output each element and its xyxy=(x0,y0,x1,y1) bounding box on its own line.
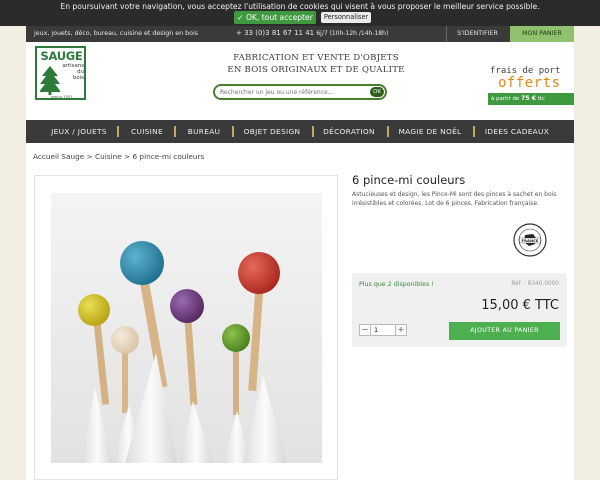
breadcrumb-current: 6 pince-mi couleurs xyxy=(132,152,205,161)
product-reference: Réf. : 8340.0000 xyxy=(511,281,559,287)
product-page: Accueil Sauge > Cuisine > 6 pince-mi cou… xyxy=(26,143,574,480)
product-description: Astucieuses et design, les Pince-Mi sont… xyxy=(352,191,557,207)
cookie-message: En poursuivant votre navigation, vous ac… xyxy=(60,2,540,11)
main-nav: JEUX / JOUETS CUISINE BUREAU OBJET DESIG… xyxy=(26,120,574,143)
logo-subtitle: artisans du bois xyxy=(62,63,84,82)
nav-item-decoration[interactable]: DÉCORATION xyxy=(319,120,379,143)
breadcrumb: Accueil Sauge > Cuisine > 6 pince-mi cou… xyxy=(33,152,205,161)
header-slogan: FABRICATION ET VENTE D'OBJETS EN BOIS OR… xyxy=(227,53,405,75)
badge-text: FRANCE xyxy=(521,238,538,243)
signin-link[interactable]: S'IDENTIFIER xyxy=(446,26,508,42)
nav-item-bureau[interactable]: BUREAU xyxy=(182,120,226,143)
purchase-box: Plus que 2 disponibles ! Réf. : 8340.000… xyxy=(352,273,567,347)
quantity-stepper: − + xyxy=(359,324,407,336)
nav-item-jeux-jouets[interactable]: JEUX / JOUETS xyxy=(46,120,112,143)
nav-separator xyxy=(473,126,475,137)
product-title: 6 pince-mi couleurs xyxy=(352,173,466,187)
nav-separator xyxy=(117,126,119,137)
nav-separator xyxy=(312,126,314,137)
product-gallery xyxy=(34,175,338,480)
quantity-input[interactable] xyxy=(371,324,395,336)
quantity-increase-button[interactable]: + xyxy=(395,324,407,336)
fir-tree-icon xyxy=(40,66,60,95)
search-input[interactable] xyxy=(220,87,368,98)
nav-item-magie-de-noel[interactable]: MAGIE DE NOËL xyxy=(395,120,465,143)
nav-item-cuisine[interactable]: CUISINE xyxy=(124,120,170,143)
top-bar: jeux, jouets, déco, bureau, cuisine et d… xyxy=(26,26,574,42)
breadcrumb-category[interactable]: Cuisine xyxy=(95,152,122,161)
logo-brand: SAUGE xyxy=(40,49,83,63)
opening-hours: 6j/7 (10h-12h /14h-18h) xyxy=(316,30,389,37)
cookie-accept-button[interactable]: ✓ OK, tout accepter xyxy=(234,11,316,24)
breadcrumb-home[interactable]: Accueil Sauge xyxy=(33,152,84,161)
nav-item-objet-design[interactable]: OBJET DESIGN xyxy=(239,120,305,143)
product-photo[interactable] xyxy=(51,193,322,463)
nav-separator xyxy=(387,126,389,137)
site-tagline: jeux, jouets, déco, bureau, cuisine et d… xyxy=(34,30,198,37)
nav-separator xyxy=(232,126,234,137)
nav-item-idees-cadeaux[interactable]: IDEES CADEAUX xyxy=(481,120,553,143)
cart-button[interactable]: MON PANIER xyxy=(510,26,574,42)
search-button[interactable]: OK xyxy=(370,87,384,97)
cookie-customize-button[interactable]: Personnaliser xyxy=(321,12,371,23)
site-logo[interactable]: SAUGE artisans du bois depuis 1953 xyxy=(35,46,86,100)
add-to-cart-button[interactable]: AJOUTER AU PANIER xyxy=(449,322,560,340)
site-header: SAUGE artisans du bois depuis 1953 FABRI… xyxy=(26,42,574,120)
phone-info: + 33 (0)3 81 67 11 41 6j/7 (10h-12h /14h… xyxy=(236,29,388,37)
product-price: 15,00 € TTC xyxy=(481,298,559,313)
nav-separator xyxy=(174,126,176,137)
search-bar: OK xyxy=(213,84,387,100)
free-shipping-banner[interactable]: frais de port offerts ! à partir de 75 €… xyxy=(488,66,574,107)
promo-threshold: à partir de 75 € ttc xyxy=(488,93,574,105)
made-in-france-badge: FRANCE xyxy=(513,223,547,257)
stock-status: Plus que 2 disponibles ! xyxy=(359,281,434,288)
phone-number: + 33 (0)3 81 67 11 41 xyxy=(236,29,315,37)
cookie-banner: En poursuivant votre navigation, vous ac… xyxy=(0,0,600,26)
logo-since: depuis 1953 xyxy=(50,95,73,99)
quantity-decrease-button[interactable]: − xyxy=(359,324,371,336)
